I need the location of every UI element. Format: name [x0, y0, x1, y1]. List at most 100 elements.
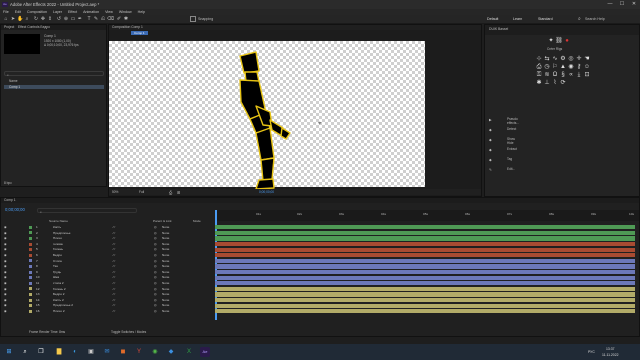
key-icon[interactable]: ⚿ [535, 71, 543, 79]
tab-project[interactable]: Project [4, 25, 14, 29]
visibility-eye-icon[interactable]: ◉ [4, 231, 7, 236]
parent-dropdown[interactable]: None [162, 303, 169, 308]
parent-dropdown[interactable]: None [162, 298, 169, 303]
label-color-swatch[interactable] [29, 304, 32, 308]
layer-row[interactable]: ◉ 12 Голень 2 ⁄ ⁄ ◎ None [1, 287, 640, 292]
visibility-eye-icon[interactable]: ◉ [4, 259, 7, 264]
chrome-icon[interactable]: ◉ [150, 347, 160, 357]
layer-duration-bar[interactable] [215, 247, 635, 252]
label-color-swatch[interactable] [29, 225, 32, 229]
orbit-tool-icon[interactable]: ↻ [33, 16, 39, 22]
crosshair-icon[interactable]: ✛ [575, 55, 583, 63]
anchor-tool-icon[interactable]: ⊕ [63, 16, 69, 22]
menu-file[interactable]: File [3, 10, 9, 14]
layer-switches[interactable]: ⁄ ⁄ [113, 298, 115, 303]
timeline-search-input[interactable]: ⌕ [37, 208, 137, 214]
visibility-eye-icon[interactable]: ◉ [4, 287, 7, 292]
head-shape[interactable] [239, 51, 260, 74]
parent-pickwhip-icon[interactable]: ◎ [154, 247, 157, 252]
layer-duration-bar[interactable] [215, 253, 635, 258]
zoom-tool-icon[interactable]: ⌕ [24, 16, 30, 22]
layer-row[interactable]: ◉ 5 Голень ⁄ ⁄ ◎ None [1, 247, 640, 252]
visibility-eye-icon[interactable]: ◉ [4, 242, 7, 247]
visibility-eye-icon[interactable]: ◉ [4, 225, 7, 230]
face-icon[interactable]: ☺ [583, 63, 591, 71]
parent-pickwhip-icon[interactable]: ◎ [154, 298, 157, 303]
layer-duration-bar[interactable] [215, 230, 635, 235]
grid-icon[interactable]: ⊞ [177, 190, 180, 195]
layer-duration-bar[interactable] [215, 258, 635, 263]
label-color-swatch[interactable] [29, 259, 32, 263]
time-ruler[interactable]: 01s 02s 03s 04s 05s 06s 07s 08s 09s 10s [215, 210, 639, 221]
dolly-tool-icon[interactable]: ⇕ [47, 16, 53, 22]
menu-window[interactable]: Window [119, 10, 132, 14]
comp-breadcrumb[interactable]: Comp 1 [131, 31, 148, 35]
label-color-swatch[interactable] [29, 281, 32, 285]
parent-dropdown[interactable]: None [162, 270, 169, 275]
layer-name[interactable]: Голень [53, 247, 63, 252]
visibility-eye-icon[interactable]: ◉ [4, 309, 7, 314]
wiggle-icon[interactable]: ∿ [551, 55, 559, 63]
layer-duration-bar[interactable] [215, 292, 635, 297]
parent-dropdown[interactable]: None [162, 225, 169, 230]
layer-duration-bar[interactable] [215, 303, 635, 308]
workspace-default[interactable]: Default [487, 17, 498, 21]
thigh-shape[interactable] [255, 127, 275, 161]
layer-switches[interactable]: ⁄ ⁄ [113, 287, 115, 292]
layer-row[interactable]: ◉ 16 Плечо 2 ⁄ ⁄ ◎ None [1, 309, 640, 314]
lock-icon[interactable]: ⊡ [583, 71, 591, 79]
bpc-label[interactable]: 8 bpc [4, 181, 12, 185]
parent-dropdown[interactable]: None [162, 236, 169, 241]
parent-dropdown[interactable]: None [162, 264, 169, 269]
layer-duration-bar[interactable] [215, 264, 635, 269]
bone-icon[interactable]: ⊹ [535, 55, 543, 63]
timeline-timecode[interactable]: 0;00;00;00 [5, 207, 25, 212]
parent-pickwhip-icon[interactable]: ◎ [154, 259, 157, 264]
label-color-swatch[interactable] [29, 236, 32, 240]
target-icon[interactable]: ◎ [567, 55, 575, 63]
yandex-icon[interactable]: Y [134, 347, 144, 357]
layer-duration-bar[interactable] [215, 281, 635, 286]
roto-brush-tool-icon[interactable]: ✐ [116, 16, 122, 22]
pan-tool-icon[interactable]: ✥ [40, 16, 46, 22]
layer-switches[interactable]: ⁄ ⁄ [113, 236, 115, 241]
edge-icon[interactable]: ◐ [70, 347, 80, 357]
menu-layer[interactable]: Layer [53, 10, 62, 14]
layer-duration-bar[interactable] [215, 286, 635, 291]
spine-icon[interactable]: ⚷ [575, 63, 583, 71]
menu-view[interactable]: View [105, 10, 113, 14]
layer-switches[interactable]: ⁄ ⁄ [113, 309, 115, 314]
label-color-swatch[interactable] [29, 287, 32, 291]
maximize-button[interactable]: ☐ [616, 0, 628, 9]
pen-tool-icon[interactable]: ✒ [77, 16, 83, 22]
visibility-eye-icon[interactable]: ◉ [4, 270, 7, 275]
foot-shape[interactable] [255, 178, 275, 190]
item-pseudo-effects[interactable]: ▶ Pseudo effects... [489, 117, 519, 125]
layer-switches[interactable]: ⁄ ⁄ [113, 259, 115, 264]
label-color-swatch[interactable] [29, 264, 32, 268]
pin-icon[interactable]: ⊥ [543, 79, 551, 87]
headphone-icon[interactable]: Ω [551, 71, 559, 79]
project-name-header[interactable]: Name [9, 79, 18, 83]
visibility-eye-icon[interactable]: ◉ [4, 298, 7, 303]
hand-tool-icon[interactable]: ✋ [17, 16, 23, 22]
menu-composition[interactable]: Composition [27, 10, 47, 14]
menu-effect[interactable]: Effect [68, 10, 77, 14]
character-rig[interactable] [230, 50, 300, 190]
parent-dropdown[interactable]: None [162, 231, 169, 236]
project-item-row[interactable]: Comp 1 [4, 85, 104, 89]
layer-switches[interactable]: ⁄ ⁄ [113, 281, 115, 286]
mode-header[interactable]: Mode [193, 219, 201, 223]
layer-row[interactable]: ◉ 3 Плечо ⁄ ⁄ ◎ None [1, 236, 640, 241]
run-icon[interactable]: ⚐ [551, 63, 559, 71]
layer-name[interactable]: Плечо [53, 236, 62, 241]
visibility-eye-icon[interactable]: ◉ [4, 303, 7, 308]
layer-switches[interactable]: ⁄ ⁄ [113, 275, 115, 280]
parent-header[interactable]: Parent & Link [153, 219, 172, 223]
close-button[interactable]: ✕ [628, 0, 640, 9]
parent-pickwhip-icon[interactable]: ◎ [154, 236, 157, 241]
hand-shape[interactable] [280, 127, 291, 140]
layer-name[interactable]: Кисть [53, 225, 61, 230]
excel-icon[interactable]: X [184, 347, 194, 357]
language-indicator[interactable]: РУС [588, 350, 595, 354]
